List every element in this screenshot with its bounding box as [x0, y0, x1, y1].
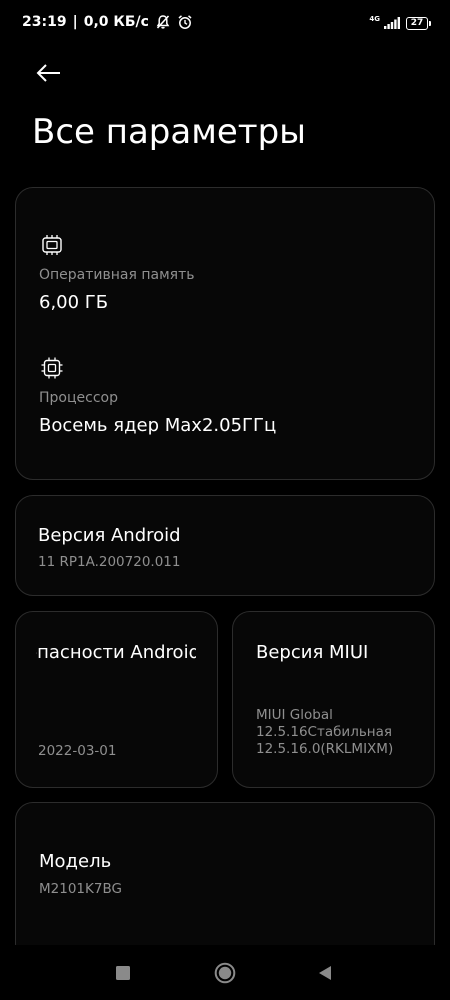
status-separator: | [72, 14, 78, 30]
signal-bars-icon [384, 14, 400, 33]
square-icon [116, 966, 130, 980]
security-patch-value: 2022-03-01 [38, 743, 117, 759]
arrow-left-icon [36, 64, 60, 82]
chip-icon [42, 235, 62, 255]
back-nav-button[interactable] [311, 959, 339, 987]
ram-value: 6,00 ГБ [39, 292, 109, 313]
android-version-card[interactable]: Версия Android 11 RP1A.200720.011 [15, 495, 435, 596]
recents-button[interactable] [109, 959, 137, 987]
alarm-clock-icon [177, 14, 193, 30]
android-version-value: 11 RP1A.200720.011 [38, 554, 181, 570]
model-title: Модель [39, 851, 112, 872]
battery-level: 27 [410, 18, 424, 28]
status-time: 23:19 [22, 14, 67, 30]
security-patch-title: Уровень безопасности Android [36, 642, 196, 663]
home-button[interactable] [211, 959, 239, 987]
security-patch-card[interactable]: Уровень безопасности Android 2022-03-01 [15, 611, 218, 788]
battery-icon: 27 [406, 17, 431, 30]
network-type: 4G [369, 15, 380, 23]
miui-version-title: Версия MIUI [256, 642, 369, 663]
model-value: M2101K7BG [39, 881, 122, 897]
miui-line-1: MIUI Global [256, 707, 333, 723]
android-version-title: Версия Android [38, 525, 181, 546]
miui-line-3: 12.5.16.0(RKLMIXM) [256, 741, 394, 757]
cpu-value: Восемь ядер Max2.05ГГц [39, 415, 277, 436]
bell-off-icon [155, 14, 171, 30]
status-left: 23:19 | 0,0 КБ/с [22, 14, 193, 30]
triangle-back-icon [319, 966, 331, 980]
status-right: 4G 27 [369, 14, 431, 33]
ram-label: Оперативная память [39, 267, 195, 283]
processor-icon [41, 357, 63, 379]
status-bar: 23:19 | 0,0 КБ/с 4G 27 [0, 0, 450, 48]
cpu-label: Процессор [39, 390, 118, 406]
navigation-bar [0, 945, 450, 1000]
circle-icon [214, 962, 236, 984]
miui-version-details: MIUI Global 12.5.16Стабильная 12.5.16.0(… [256, 707, 393, 758]
page-title: Все параметры [32, 112, 307, 152]
specs-card: Оперативная память 6,00 ГБ Процессор Вос… [15, 187, 435, 480]
miui-line-2: 12.5.16Стабильная [256, 724, 392, 740]
security-title-marquee: Уровень безопасности Android [36, 642, 196, 668]
miui-version-card[interactable]: Версия MIUI MIUI Global 12.5.16Стабильна… [232, 611, 435, 788]
back-button[interactable] [32, 58, 66, 88]
model-card[interactable]: Модель M2101K7BG [15, 802, 435, 962]
status-net-speed: 0,0 КБ/с [83, 14, 149, 30]
